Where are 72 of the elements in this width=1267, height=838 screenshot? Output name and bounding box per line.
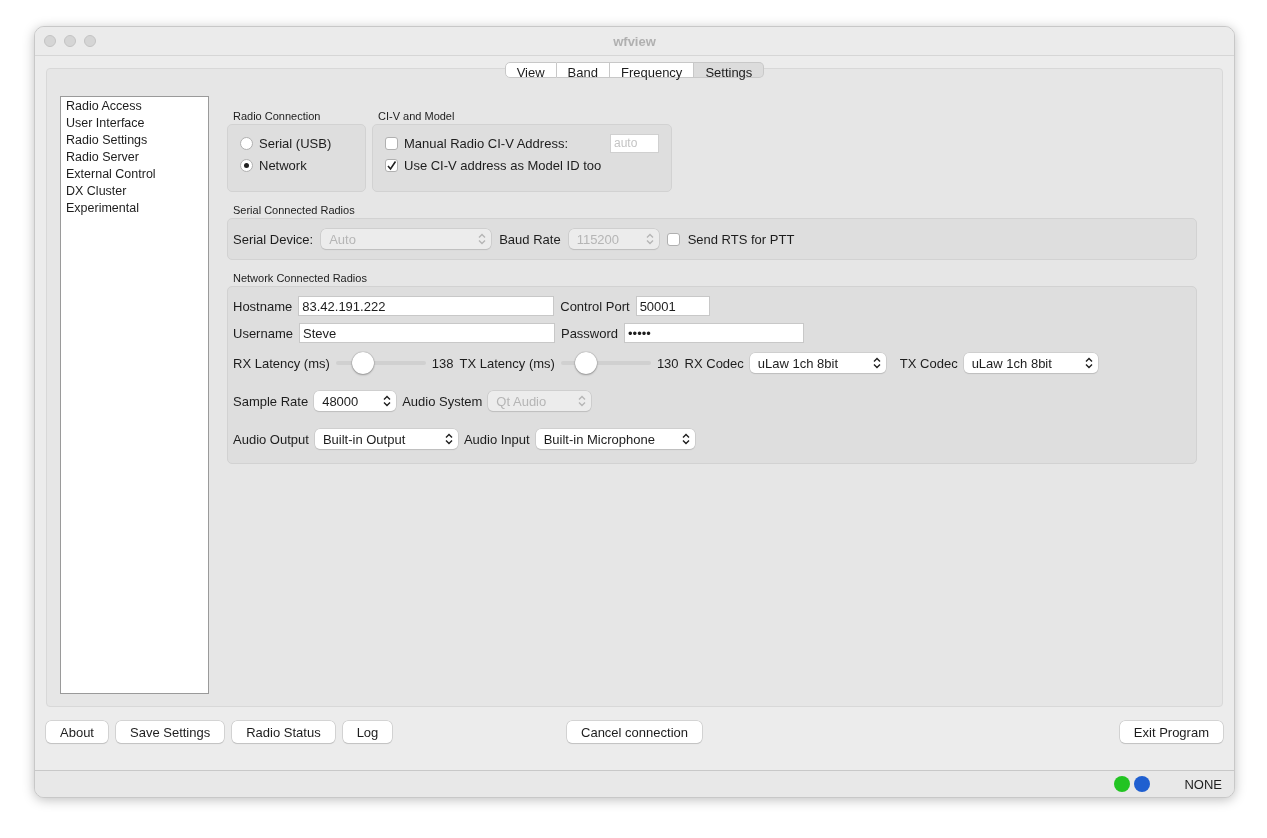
password-field[interactable]: ••••• (624, 323, 805, 343)
sidebar-item[interactable]: Radio Server (61, 149, 208, 166)
footer-button[interactable]: Radio Status (232, 721, 335, 743)
footer-button[interactable]: Save Settings (116, 721, 225, 743)
window-control-button[interactable] (44, 35, 56, 47)
chevron-icon (872, 357, 881, 369)
group-title: Serial Connected Radios (233, 204, 356, 217)
sidebar-item[interactable]: External Control (61, 166, 208, 183)
dropdown[interactable]: uLaw 1ch 8bit (749, 353, 886, 373)
field-label: Use CI-V address as Model ID too (404, 157, 602, 173)
sidebar-item[interactable]: Radio Settings (61, 132, 208, 149)
chevron-icon (681, 433, 690, 445)
checkbox[interactable] (385, 158, 398, 172)
input-field[interactable]: 83.42.191.222 (298, 296, 555, 316)
option-label: Network (259, 157, 307, 173)
input-field[interactable]: auto (610, 133, 659, 153)
field-label: Audio Output (233, 431, 309, 447)
tab[interactable]: View (504, 62, 557, 78)
field-label: Audio Input (463, 431, 530, 447)
cancel-connection-button[interactable]: Cancel connection (567, 721, 702, 743)
slider-thumb[interactable] (351, 352, 374, 374)
exit-button[interactable]: Exit Program (1119, 721, 1223, 743)
field-label: RX Codec (684, 355, 744, 371)
tab[interactable]: Settings (694, 62, 765, 78)
group-title: Network Connected Radios (233, 272, 368, 285)
chevron-icon (1084, 357, 1093, 369)
slider-reading: 138 (431, 355, 454, 371)
field-label: Hostname (233, 298, 293, 314)
window-control-button[interactable] (64, 35, 76, 47)
chevron-icon (578, 395, 587, 407)
sidebar-item[interactable]: User Interface (61, 115, 208, 132)
field-label: Baud Rate (499, 231, 561, 247)
sidebar-item[interactable]: DX Cluster (61, 183, 208, 200)
field-label: Serial Device: (233, 231, 314, 247)
dropdown[interactable]: uLaw 1ch 8bit (963, 353, 1098, 373)
field-label: Password (560, 325, 619, 341)
status-text: NONE (1184, 776, 1222, 792)
field-label: TX Latency (ms) (459, 355, 555, 371)
footer-button[interactable]: About (46, 721, 108, 743)
dropdown[interactable]: Built-in Microphone (535, 429, 695, 449)
field-label: Sample Rate (233, 393, 309, 409)
checkbox[interactable] (385, 136, 398, 150)
input-field[interactable]: 50001 (635, 296, 710, 316)
window-title: wfview (613, 33, 656, 49)
input-field[interactable]: Steve (298, 323, 555, 343)
radio-button[interactable] (240, 136, 253, 150)
sidebar-item[interactable]: Radio Access (61, 98, 208, 115)
option-label: Serial (USB) (259, 135, 332, 151)
window-control-button[interactable] (84, 35, 96, 47)
field-label: RX Latency (ms) (233, 355, 330, 371)
field-label: Manual Radio CI-V Address: (403, 135, 568, 151)
tab[interactable]: Band (556, 62, 610, 78)
dropdown[interactable]: Built-in Output (314, 429, 458, 449)
slider-thumb[interactable] (575, 352, 598, 374)
radio-button[interactable] (240, 158, 253, 172)
chevron-icon (444, 433, 453, 445)
chevron-icon (383, 395, 392, 407)
sidebar-item[interactable]: Experimental (61, 200, 208, 217)
checkbox[interactable] (666, 232, 680, 246)
dropdown[interactable]: 48000 (314, 391, 397, 411)
group-title: CI-V and Model (378, 110, 456, 123)
field-label: Control Port (560, 298, 630, 314)
field-label: Audio System (402, 393, 483, 409)
field-label: TX Codec (899, 355, 958, 371)
group-title: Radio Connection (233, 110, 322, 123)
field-label: Send RTS for PTT (687, 231, 795, 247)
chevron-icon (478, 233, 487, 245)
footer-button[interactable]: Log (342, 721, 393, 743)
tab[interactable]: Frequency (609, 62, 695, 78)
slider-reading: 130 (656, 355, 679, 371)
field-label: Username (233, 325, 293, 341)
chevron-icon (645, 233, 654, 245)
